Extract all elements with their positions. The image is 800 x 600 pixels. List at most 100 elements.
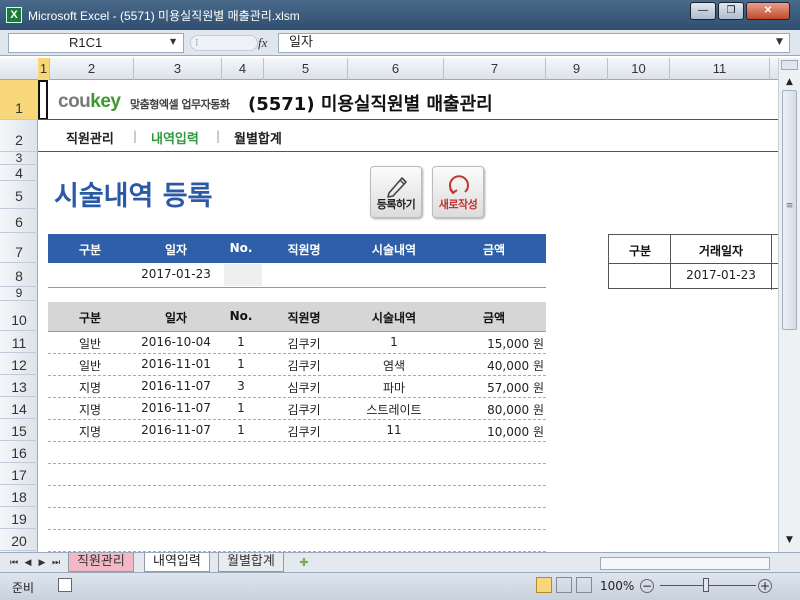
next-sheet-icon[interactable]: ▶	[36, 555, 48, 571]
row-divider	[48, 463, 546, 464]
row-header[interactable]: 14	[0, 397, 38, 419]
active-cell[interactable]	[38, 80, 48, 120]
scroll-thumb[interactable]: ≡	[782, 90, 797, 330]
insert-sheet-icon[interactable]: ✚	[294, 555, 314, 571]
entry-header-type: 구분	[78, 243, 102, 257]
table-row[interactable]: 지명 2016-11-07 3 심쿠키 파마 57,000 원	[48, 375, 546, 397]
excel-app-icon[interactable]: X	[6, 7, 22, 23]
sheet-tab-staff[interactable]: 직원관리	[68, 553, 134, 572]
column-header[interactable]: 5	[264, 58, 348, 80]
column-header[interactable]: 10	[608, 58, 670, 80]
row-header-bar: 1 2 3 4 5 6 7 8 9 10 11 12 13 14 15 16 1…	[0, 80, 38, 552]
column-header[interactable]: 4	[222, 58, 264, 80]
row-header[interactable]: 1	[0, 80, 38, 120]
insert-function-icon[interactable]: fx	[258, 35, 267, 51]
nav-separator: |	[133, 129, 138, 143]
table-row[interactable]: 일반 2016-11-01 1 김쿠키 염색 40,000 원	[48, 353, 546, 375]
row-header[interactable]: 13	[0, 375, 38, 397]
last-sheet-icon[interactable]: ⏭	[50, 555, 62, 571]
row-header[interactable]: 17	[0, 463, 38, 485]
worksheet-grid[interactable]: coukey 맞춤형엑셀 업무자동화 (5571) 미용실직원별 매출관리 직원…	[38, 80, 778, 552]
nav-link-monthly[interactable]: 월별합계	[234, 128, 282, 147]
page-break-icon[interactable]	[576, 577, 592, 593]
row-divider	[48, 529, 546, 530]
column-header[interactable]: 1	[38, 58, 50, 80]
cell-service: 11	[386, 423, 402, 437]
zoom-in-icon[interactable]: +	[758, 579, 772, 593]
formula-input[interactable]: 일자	[278, 33, 790, 53]
page-layout-icon[interactable]	[556, 577, 572, 593]
row-header[interactable]: 18	[0, 485, 38, 507]
row-header[interactable]: 11	[0, 331, 38, 353]
column-header-bar: 1 2 3 4 5 6 7 9 10 11	[0, 58, 778, 80]
column-header[interactable]: 7	[444, 58, 546, 80]
column-header[interactable]: 6	[348, 58, 444, 80]
entry-no-input[interactable]	[224, 264, 262, 286]
row-header[interactable]: 16	[0, 441, 38, 463]
entry-date-input[interactable]: 2017-01-23	[132, 267, 220, 281]
sheet-tab-monthly[interactable]: 월별합계	[218, 553, 284, 572]
prev-sheet-icon[interactable]: ◀	[22, 555, 34, 571]
chevron-down-icon[interactable]: ▼	[170, 37, 176, 46]
nav-link-entry[interactable]: 내역입력	[151, 128, 199, 147]
column-header[interactable]: 2	[50, 58, 134, 80]
macro-record-icon[interactable]	[58, 578, 72, 592]
cell-amount: 57,000 원	[487, 381, 544, 395]
table-row[interactable]: 지명 2016-11-07 1 김쿠키 11 10,000 원	[48, 419, 546, 441]
restore-button[interactable]: ❐	[718, 2, 744, 20]
column-header[interactable]: 9	[546, 58, 608, 80]
row-header[interactable]: 6	[0, 209, 38, 233]
window-title: Microsoft Excel - (5571) 미용실직원별 매출관리.xls…	[28, 9, 300, 23]
zoom-slider-thumb[interactable]	[703, 578, 709, 592]
cell-date: 2016-11-07	[141, 401, 211, 415]
side-header-type: 구분	[628, 244, 652, 258]
cell-service: 염색	[382, 359, 406, 373]
table-row[interactable]: 지명 2016-11-07 1 김쿠키 스트레이트 80,000 원	[48, 397, 546, 419]
nav-link-staff[interactable]: 직원관리	[66, 128, 114, 147]
list-header-no: No.	[229, 309, 253, 323]
new-button[interactable]: 새로작성	[432, 166, 484, 218]
table-row[interactable]: 일반 2016-10-04 1 김쿠키 1 15,000 원	[48, 331, 546, 353]
title-bar: X Microsoft Excel - (5571) 미용실직원별 매출관리.x…	[0, 0, 800, 30]
close-button[interactable]: ✕	[746, 2, 790, 20]
first-sheet-icon[interactable]: ⏮	[8, 555, 20, 571]
name-box[interactable]: R1C1	[8, 33, 184, 53]
row-header[interactable]: 15	[0, 419, 38, 441]
row-header[interactable]: 8	[0, 263, 38, 287]
vertical-scrollbar[interactable]: ▲ ≡ ▼	[778, 58, 800, 552]
split-handle[interactable]	[781, 60, 798, 70]
row-header[interactable]: 12	[0, 353, 38, 375]
new-button-label: 새로작성	[438, 198, 478, 211]
cell-border	[771, 235, 772, 290]
formula-cancel-enter[interactable]: ⁝	[190, 35, 258, 51]
scroll-up-icon[interactable]: ▲	[782, 74, 797, 90]
expand-formula-bar-icon[interactable]: ▼	[776, 37, 783, 47]
row-header[interactable]: 2	[0, 120, 38, 152]
row-header[interactable]: 7	[0, 233, 38, 263]
row-header[interactable]: 19	[0, 507, 38, 529]
row-header[interactable]: 10	[0, 301, 38, 331]
zoom-out-icon[interactable]: −	[640, 579, 654, 593]
row-header[interactable]: 5	[0, 181, 38, 209]
horizontal-scrollbar[interactable]	[600, 557, 770, 570]
cell-staff: 심쿠키	[287, 381, 321, 395]
zoom-level[interactable]: 100%	[600, 579, 634, 593]
row-header[interactable]: 4	[0, 165, 38, 181]
minimize-button[interactable]: —	[690, 2, 716, 20]
sheet-title: (5571) 미용실직원별 매출관리	[248, 94, 493, 115]
column-header[interactable]: 3	[134, 58, 222, 80]
sheet-tab-entry[interactable]: 내역입력	[144, 553, 210, 572]
row-header[interactable]: 20	[0, 529, 38, 551]
list-header-service: 시술내역	[371, 311, 417, 325]
entry-header-amount: 금액	[482, 243, 506, 257]
side-date-cell[interactable]: 2017-01-23	[671, 268, 771, 282]
row-header[interactable]: 3	[0, 152, 38, 165]
column-header[interactable]: 11	[670, 58, 770, 80]
row-header[interactable]: 9	[0, 287, 38, 301]
cell-type: 일반	[78, 337, 102, 351]
scroll-down-icon[interactable]: ▼	[782, 532, 797, 548]
cell-no: 1	[237, 423, 245, 437]
row-divider	[48, 441, 546, 442]
normal-view-icon[interactable]	[536, 577, 552, 593]
register-button[interactable]: 등록하기	[370, 166, 422, 218]
